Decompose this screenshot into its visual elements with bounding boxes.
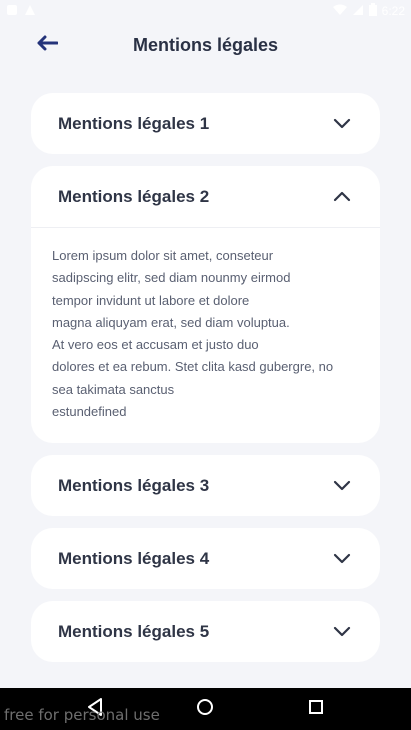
accordion-item-1: Mentions légales 1 — [31, 93, 380, 154]
accordion-list: Mentions légales 1 Mentions légales 2 Lo… — [31, 93, 380, 674]
nav-back-icon — [87, 697, 103, 721]
wifi-icon — [332, 4, 347, 19]
accordion-header-2[interactable]: Mentions légales 2 — [31, 166, 380, 227]
accordion-item-3: Mentions légales 3 — [31, 455, 380, 517]
accordion-header-3[interactable]: Mentions légales 3 — [31, 455, 380, 516]
back-arrow-icon — [36, 35, 59, 56]
accordion-header-4[interactable]: Mentions légales 4 — [31, 528, 380, 589]
system-nav-bar — [0, 688, 411, 730]
nav-home-icon — [196, 698, 214, 721]
chevron-down-icon — [332, 480, 352, 492]
accordion-item-2: Mentions légales 2 Lorem ipsum dolor sit… — [31, 166, 380, 444]
warning-icon — [24, 4, 36, 19]
status-left — [6, 4, 36, 19]
accordion-item-5: Mentions légales 5 — [31, 601, 380, 663]
accordion-header-5[interactable]: Mentions légales 5 — [31, 601, 380, 662]
accordion-body: Lorem ipsum dolor sit amet, conseteur sa… — [52, 248, 334, 420]
nav-recents-button[interactable] — [301, 694, 331, 724]
nav-home-button[interactable] — [190, 694, 220, 724]
accordion-header-1[interactable]: Mentions légales 1 — [31, 93, 380, 154]
notification-icon — [6, 4, 18, 19]
status-bar: 6:22 — [0, 0, 411, 22]
chevron-down-icon — [332, 553, 352, 565]
accordion-item-4: Mentions légales 4 — [31, 528, 380, 590]
status-time: 6:22 — [381, 4, 405, 18]
chevron-up-icon — [332, 191, 352, 203]
header: Mentions légales — [0, 22, 411, 68]
back-button[interactable] — [33, 34, 61, 56]
accordion-title: Mentions légales 2 — [58, 186, 210, 206]
accordion-title: Mentions légales 1 — [58, 113, 210, 133]
status-right: 6:22 — [332, 3, 405, 19]
signal-icon — [352, 4, 364, 19]
accordion-title: Mentions légales 5 — [58, 621, 210, 641]
chevron-down-icon — [332, 626, 352, 638]
accordion-title: Mentions légales 4 — [58, 548, 210, 568]
nav-recents-icon — [308, 699, 324, 720]
accordion-title: Mentions légales 3 — [58, 475, 210, 495]
chevron-down-icon — [332, 118, 352, 130]
battery-icon — [368, 3, 377, 19]
page-title: Mentions légales — [132, 34, 279, 55]
nav-back-button[interactable] — [80, 694, 110, 724]
